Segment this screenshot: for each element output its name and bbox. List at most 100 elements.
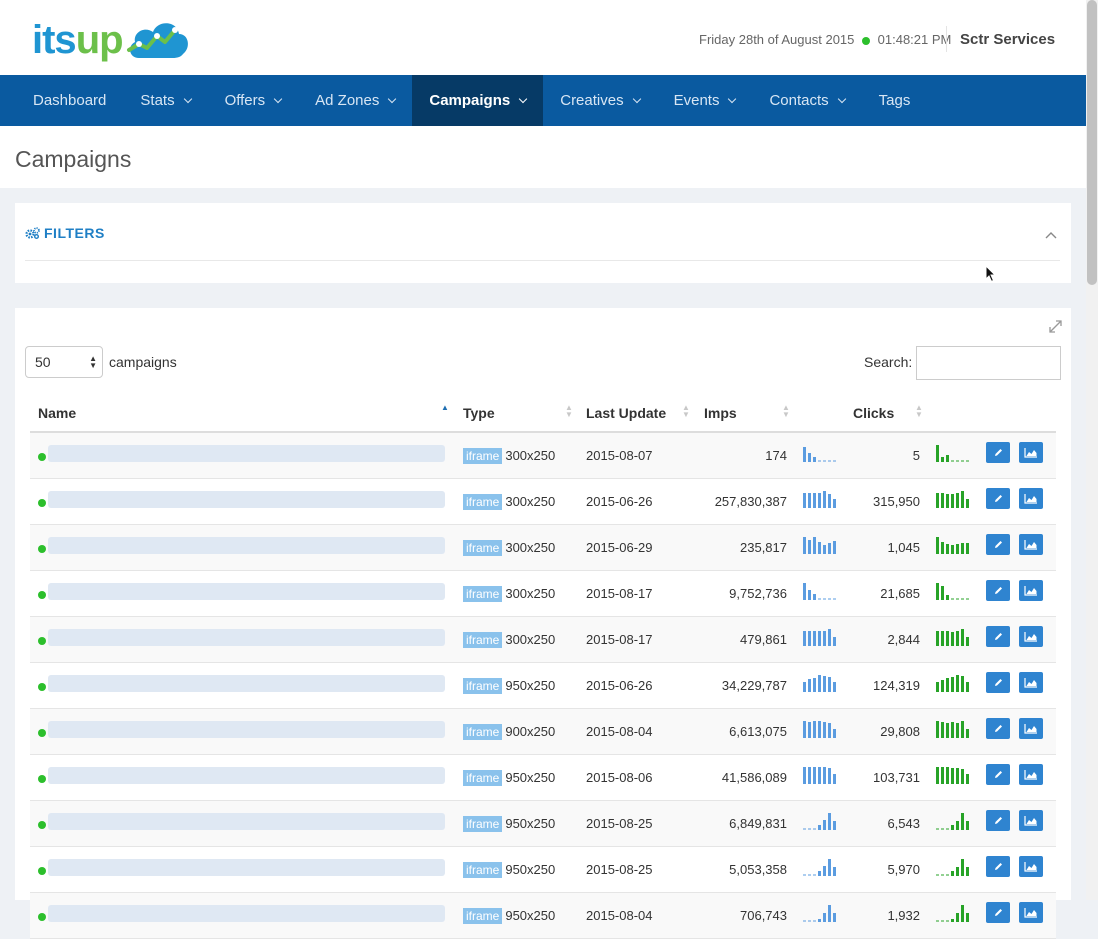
scrollbar-thumb[interactable] — [1087, 0, 1097, 285]
table-row[interactable]: iframe 950x250 2015-08-25 5,053,358 5,970 — [30, 847, 1056, 893]
table-row[interactable]: iframe 950x250 2015-08-06 41,586,089 103,731 — [30, 755, 1056, 801]
sparkline-bar — [946, 455, 949, 462]
nav-ad-zones[interactable]: Ad Zones — [298, 75, 412, 126]
nav-contacts[interactable]: Contacts — [752, 75, 861, 126]
clicks-cell: 2,844 — [887, 632, 920, 647]
nav-events[interactable]: Events — [657, 75, 753, 126]
campaign-name-redacted[interactable] — [48, 813, 445, 830]
campaign-name-redacted[interactable] — [48, 537, 445, 554]
sparkline-bar — [936, 583, 939, 600]
nav-offers[interactable]: Offers — [208, 75, 299, 126]
table-row[interactable]: iframe 900x250 2015-08-04 6,613,075 29,808 — [30, 709, 1056, 755]
edit-button[interactable] — [986, 856, 1010, 877]
chevron-up-icon[interactable] — [1045, 229, 1057, 241]
sparkline-bar — [936, 682, 939, 692]
stats-button[interactable] — [1019, 626, 1043, 647]
page-length-select[interactable]: 50 ▲ ▼ — [25, 346, 103, 378]
chart-area-icon — [1024, 724, 1037, 734]
edit-pencil-icon — [994, 771, 1002, 778]
sparkline-bar — [803, 583, 806, 600]
page-scrollbar[interactable] — [1086, 0, 1098, 900]
stats-button[interactable] — [1019, 580, 1043, 601]
type-cell: iframe 300x250 — [463, 448, 555, 464]
sparkline-bar — [966, 543, 969, 554]
edit-button[interactable] — [986, 718, 1010, 739]
user-menu[interactable]: Sctr Services — [960, 31, 1055, 48]
nav-campaigns[interactable]: Campaigns — [412, 75, 544, 126]
itsup-logo[interactable]: itsup — [32, 14, 193, 66]
expand-icon[interactable] — [1049, 320, 1062, 333]
sparkline-bar — [828, 543, 831, 554]
edit-button[interactable] — [986, 672, 1010, 693]
edit-button[interactable] — [986, 580, 1010, 601]
table-row[interactable]: iframe 950x250 2015-06-26 34,229,787 124,319 — [30, 663, 1056, 709]
clicks-cell: 6,543 — [887, 816, 920, 831]
campaign-name-redacted[interactable] — [48, 767, 445, 784]
edit-button[interactable] — [986, 810, 1010, 831]
edit-button[interactable] — [986, 626, 1010, 647]
nav-tags[interactable]: Tags — [862, 75, 928, 126]
stats-button[interactable] — [1019, 764, 1043, 785]
type-cell: iframe 300x250 — [463, 494, 555, 510]
sort-icon[interactable]: ▲ ▼ — [782, 404, 790, 419]
type-cell: iframe 950x250 — [463, 678, 555, 694]
col-last-update[interactable]: Last Update — [586, 405, 666, 421]
campaign-name-redacted[interactable] — [48, 721, 445, 738]
campaign-name-redacted[interactable] — [48, 445, 445, 462]
search-input[interactable] — [916, 346, 1061, 380]
filters-toggle[interactable]: FILTERS — [25, 225, 105, 241]
col-clicks[interactable]: Clicks — [853, 405, 894, 421]
sparkline-bar — [828, 768, 831, 784]
stats-button[interactable] — [1019, 488, 1043, 509]
table-row[interactable]: iframe 300x250 2015-06-26 257,830,387 315,95… — [30, 479, 1056, 525]
table-row[interactable]: iframe 300x250 2015-06-29 235,817 1,045 — [30, 525, 1056, 571]
edit-button[interactable] — [986, 442, 1010, 463]
filters-panel: FILTERS — [15, 203, 1071, 283]
campaign-name-redacted[interactable] — [48, 491, 445, 508]
col-type[interactable]: Type — [463, 405, 495, 421]
campaign-name-redacted[interactable] — [48, 859, 445, 876]
sparkline-bar — [956, 723, 959, 738]
stats-button[interactable] — [1019, 534, 1043, 555]
nav-creatives[interactable]: Creatives — [543, 75, 656, 126]
stats-button[interactable] — [1019, 856, 1043, 877]
size-text: 300x250 — [505, 632, 556, 647]
sort-icon[interactable]: ▲ ▼ — [682, 404, 690, 419]
edit-button[interactable] — [986, 902, 1010, 923]
stats-button[interactable] — [1019, 810, 1043, 831]
edit-button[interactable] — [986, 488, 1010, 509]
sort-icon[interactable]: ▲ ▼ — [915, 404, 923, 419]
table-row[interactable]: iframe 950x250 2015-08-25 6,849,831 6,543 — [30, 801, 1056, 847]
type-badge: iframe — [463, 908, 503, 924]
col-name[interactable]: Name — [38, 405, 76, 421]
last-update-cell: 2015-08-25 — [586, 816, 653, 831]
stats-button[interactable] — [1019, 718, 1043, 739]
edit-button[interactable] — [986, 534, 1010, 555]
campaign-name-redacted[interactable] — [48, 583, 445, 600]
nav-dashboard[interactable]: Dashboard — [0, 75, 123, 126]
sparkline-bar — [803, 631, 806, 646]
last-update-cell: 2015-06-26 — [586, 678, 653, 693]
size-text: 300x250 — [505, 494, 556, 509]
campaign-name-redacted[interactable] — [48, 905, 445, 922]
sparkline-bar — [961, 543, 964, 554]
sort-asc-icon[interactable]: ▲ — [441, 404, 449, 412]
edit-button[interactable] — [986, 764, 1010, 785]
col-imps[interactable]: Imps — [704, 405, 737, 421]
stats-button[interactable] — [1019, 442, 1043, 463]
page-length-value: 50 — [35, 354, 51, 370]
table-row[interactable]: iframe 300x250 2015-08-17 9,752,736 21,685 — [30, 571, 1056, 617]
stats-button[interactable] — [1019, 902, 1043, 923]
campaign-name-redacted[interactable] — [48, 629, 445, 646]
campaign-name-redacted[interactable] — [48, 675, 445, 692]
sparkline-bar — [941, 586, 944, 600]
table-row[interactable]: iframe 300x250 2015-08-17 479,861 2,844 — [30, 617, 1056, 663]
sparkline-bar — [966, 499, 969, 508]
table-row[interactable]: iframe 300x250 2015-08-07 174 5 — [30, 433, 1056, 479]
chart-area-icon — [1024, 770, 1037, 780]
stats-button[interactable] — [1019, 672, 1043, 693]
nav-stats[interactable]: Stats — [123, 75, 207, 126]
sort-icon[interactable]: ▲ ▼ — [565, 404, 573, 419]
last-update-cell: 2015-08-07 — [586, 448, 653, 463]
sparkline-bar — [961, 859, 964, 876]
